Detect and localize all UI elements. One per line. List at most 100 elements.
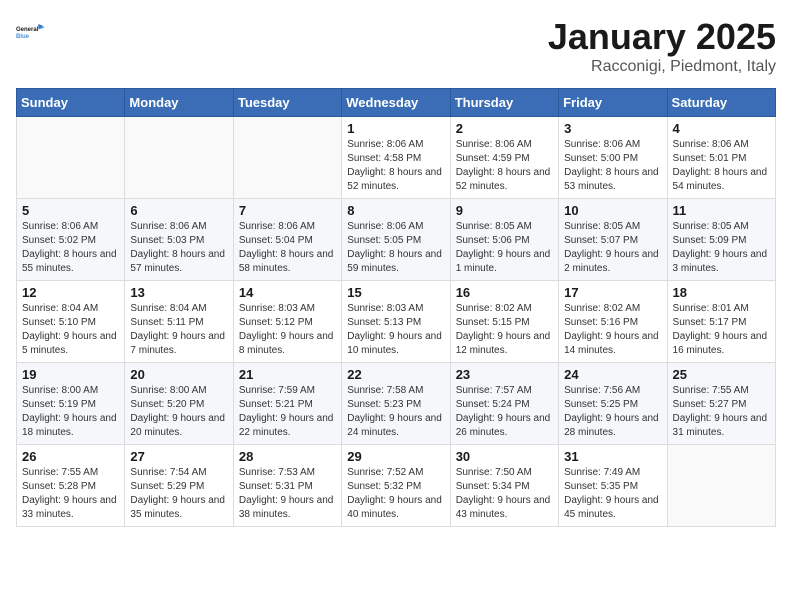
- day-info: Sunrise: 7:57 AM Sunset: 5:24 PM Dayligh…: [456, 384, 553, 440]
- day-info: Sunrise: 7:56 AM Sunset: 5:25 PM Dayligh…: [564, 384, 661, 440]
- day-info: Sunrise: 7:50 AM Sunset: 5:34 PM Dayligh…: [456, 466, 553, 522]
- table-row: 19 Sunrise: 8:00 AM Sunset: 5:19 PM Dayli…: [17, 363, 125, 445]
- day-number: 29: [347, 449, 444, 464]
- day-info: Sunrise: 8:06 AM Sunset: 4:58 PM Dayligh…: [347, 138, 444, 194]
- table-row: 12Sunrise: 8:04 AM Sunset: 5:10 PM Dayli…: [17, 281, 125, 363]
- table-row: 22 Sunrise: 7:58 AM Sunset: 5:23 PM Dayli…: [342, 363, 450, 445]
- day-number: 10: [564, 203, 661, 218]
- day-info: Sunrise: 8:01 AM Sunset: 5:17 PM Dayligh…: [673, 302, 770, 358]
- table-row: 23 Sunrise: 7:57 AM Sunset: 5:24 PM Dayli…: [450, 363, 558, 445]
- table-row: 29 Sunrise: 7:52 AM Sunset: 5:32 PM Dayli…: [342, 445, 450, 527]
- table-row: 2 Sunrise: 8:06 AM Sunset: 4:59 PM Daylig…: [450, 117, 558, 199]
- header-thursday: Thursday: [450, 89, 558, 117]
- day-number: 17: [564, 285, 661, 300]
- day-info: Sunrise: 8:06 AM Sunset: 5:03 PM Dayligh…: [130, 220, 227, 276]
- day-info: Sunrise: 8:06 AM Sunset: 5:00 PM Dayligh…: [564, 138, 661, 194]
- calendar-table: Sunday Monday Tuesday Wednesday Thursday…: [16, 88, 776, 527]
- day-info: Sunrise: 8:05 AM Sunset: 5:09 PM Dayligh…: [673, 220, 770, 276]
- day-info: Sunrise: 8:05 AM Sunset: 5:07 PM Dayligh…: [564, 220, 661, 276]
- day-info: Sunrise: 8:03 AM Sunset: 5:12 PM Dayligh…: [239, 302, 336, 358]
- day-number: 16: [456, 285, 553, 300]
- day-number: 20: [130, 367, 227, 382]
- day-number: 1: [347, 121, 444, 136]
- day-info: Sunrise: 7:59 AM Sunset: 5:21 PM Dayligh…: [239, 384, 336, 440]
- table-row: 28 Sunrise: 7:53 AM Sunset: 5:31 PM Dayli…: [233, 445, 341, 527]
- day-number: 21: [239, 367, 336, 382]
- table-row: 13 Sunrise: 8:04 AM Sunset: 5:11 PM Dayli…: [125, 281, 233, 363]
- table-row: 31 Sunrise: 7:49 AM Sunset: 5:35 PM Dayli…: [559, 445, 667, 527]
- table-row: [233, 117, 341, 199]
- day-info: Sunrise: 8:06 AM Sunset: 4:59 PM Dayligh…: [456, 138, 553, 194]
- day-number: 11: [673, 203, 770, 218]
- calendar-week-row: 26 Sunrise: 7:55 AM Sunset: 5:28 PM Dayli…: [17, 445, 776, 527]
- table-row: 9Sunrise: 8:05 AM Sunset: 5:06 PM Daylig…: [450, 199, 558, 281]
- table-row: 27 Sunrise: 7:54 AM Sunset: 5:29 PM Dayli…: [125, 445, 233, 527]
- header-monday: Monday: [125, 89, 233, 117]
- table-row: 16 Sunrise: 8:02 AM Sunset: 5:15 PM Dayli…: [450, 281, 558, 363]
- table-row: [125, 117, 233, 199]
- table-row: 5Sunrise: 8:06 AM Sunset: 5:02 PM Daylig…: [17, 199, 125, 281]
- day-info: Sunrise: 7:54 AM Sunset: 5:29 PM Dayligh…: [130, 466, 227, 522]
- day-info: Sunrise: 7:49 AM Sunset: 5:35 PM Dayligh…: [564, 466, 661, 522]
- day-number: 13: [130, 285, 227, 300]
- table-row: 11 Sunrise: 8:05 AM Sunset: 5:09 PM Dayli…: [667, 199, 775, 281]
- day-number: 5: [22, 203, 119, 218]
- table-row: 7 Sunrise: 8:06 AM Sunset: 5:04 PM Daylig…: [233, 199, 341, 281]
- table-row: 30Sunrise: 7:50 AM Sunset: 5:34 PM Dayli…: [450, 445, 558, 527]
- header-sunday: Sunday: [17, 89, 125, 117]
- day-info: Sunrise: 8:06 AM Sunset: 5:05 PM Dayligh…: [347, 220, 444, 276]
- table-row: 8 Sunrise: 8:06 AM Sunset: 5:05 PM Daylig…: [342, 199, 450, 281]
- day-number: 25: [673, 367, 770, 382]
- logo: GeneralBlue: [16, 16, 48, 48]
- table-row: 14 Sunrise: 8:03 AM Sunset: 5:12 PM Dayli…: [233, 281, 341, 363]
- day-number: 8: [347, 203, 444, 218]
- table-row: 1 Sunrise: 8:06 AM Sunset: 4:58 PM Daylig…: [342, 117, 450, 199]
- header-tuesday: Tuesday: [233, 89, 341, 117]
- day-number: 19: [22, 367, 119, 382]
- day-info: Sunrise: 8:04 AM Sunset: 5:11 PM Dayligh…: [130, 302, 227, 358]
- day-number: 28: [239, 449, 336, 464]
- table-row: 26 Sunrise: 7:55 AM Sunset: 5:28 PM Dayli…: [17, 445, 125, 527]
- day-info: Sunrise: 8:00 AM Sunset: 5:20 PM Dayligh…: [130, 384, 227, 440]
- day-number: 6: [130, 203, 227, 218]
- day-number: 26: [22, 449, 119, 464]
- page-header: GeneralBlue January 2025 Racconigi, Pied…: [16, 16, 776, 76]
- header-friday: Friday: [559, 89, 667, 117]
- day-number: 22: [347, 367, 444, 382]
- table-row: 4Sunrise: 8:06 AM Sunset: 5:01 PM Daylig…: [667, 117, 775, 199]
- day-info: Sunrise: 8:00 AM Sunset: 5:19 PM Dayligh…: [22, 384, 119, 440]
- header-wednesday: Wednesday: [342, 89, 450, 117]
- table-row: 17 Sunrise: 8:02 AM Sunset: 5:16 PM Dayli…: [559, 281, 667, 363]
- day-info: Sunrise: 7:58 AM Sunset: 5:23 PM Dayligh…: [347, 384, 444, 440]
- day-number: 27: [130, 449, 227, 464]
- title-area: January 2025 Racconigi, Piedmont, Italy: [548, 16, 776, 76]
- day-number: 23: [456, 367, 553, 382]
- table-row: 21 Sunrise: 7:59 AM Sunset: 5:21 PM Dayli…: [233, 363, 341, 445]
- day-info: Sunrise: 7:52 AM Sunset: 5:32 PM Dayligh…: [347, 466, 444, 522]
- table-row: 6 Sunrise: 8:06 AM Sunset: 5:03 PM Daylig…: [125, 199, 233, 281]
- day-number: 18: [673, 285, 770, 300]
- day-info: Sunrise: 8:05 AM Sunset: 5:06 PM Dayligh…: [456, 220, 553, 276]
- day-info: Sunrise: 8:02 AM Sunset: 5:16 PM Dayligh…: [564, 302, 661, 358]
- day-info: Sunrise: 8:06 AM Sunset: 5:01 PM Dayligh…: [673, 138, 770, 194]
- table-row: 24Sunrise: 7:56 AM Sunset: 5:25 PM Dayli…: [559, 363, 667, 445]
- table-row: 10 Sunrise: 8:05 AM Sunset: 5:07 PM Dayli…: [559, 199, 667, 281]
- day-number: 14: [239, 285, 336, 300]
- table-row: 20 Sunrise: 8:00 AM Sunset: 5:20 PM Dayli…: [125, 363, 233, 445]
- day-info: Sunrise: 7:55 AM Sunset: 5:28 PM Dayligh…: [22, 466, 119, 522]
- calendar-week-row: 1 Sunrise: 8:06 AM Sunset: 4:58 PM Daylig…: [17, 117, 776, 199]
- table-row: 18 Sunrise: 8:01 AM Sunset: 5:17 PM Dayli…: [667, 281, 775, 363]
- calendar-week-row: 5Sunrise: 8:06 AM Sunset: 5:02 PM Daylig…: [17, 199, 776, 281]
- calendar-title: January 2025: [548, 16, 776, 58]
- day-info: Sunrise: 8:02 AM Sunset: 5:15 PM Dayligh…: [456, 302, 553, 358]
- day-number: 7: [239, 203, 336, 218]
- day-number: 31: [564, 449, 661, 464]
- table-row: 15Sunrise: 8:03 AM Sunset: 5:13 PM Dayli…: [342, 281, 450, 363]
- day-info: Sunrise: 7:53 AM Sunset: 5:31 PM Dayligh…: [239, 466, 336, 522]
- day-info: Sunrise: 8:06 AM Sunset: 5:04 PM Dayligh…: [239, 220, 336, 276]
- day-info: Sunrise: 8:04 AM Sunset: 5:10 PM Dayligh…: [22, 302, 119, 358]
- day-number: 2: [456, 121, 553, 136]
- calendar-week-row: 12Sunrise: 8:04 AM Sunset: 5:10 PM Dayli…: [17, 281, 776, 363]
- svg-text:General: General: [16, 27, 39, 33]
- calendar-header-row: Sunday Monday Tuesday Wednesday Thursday…: [17, 89, 776, 117]
